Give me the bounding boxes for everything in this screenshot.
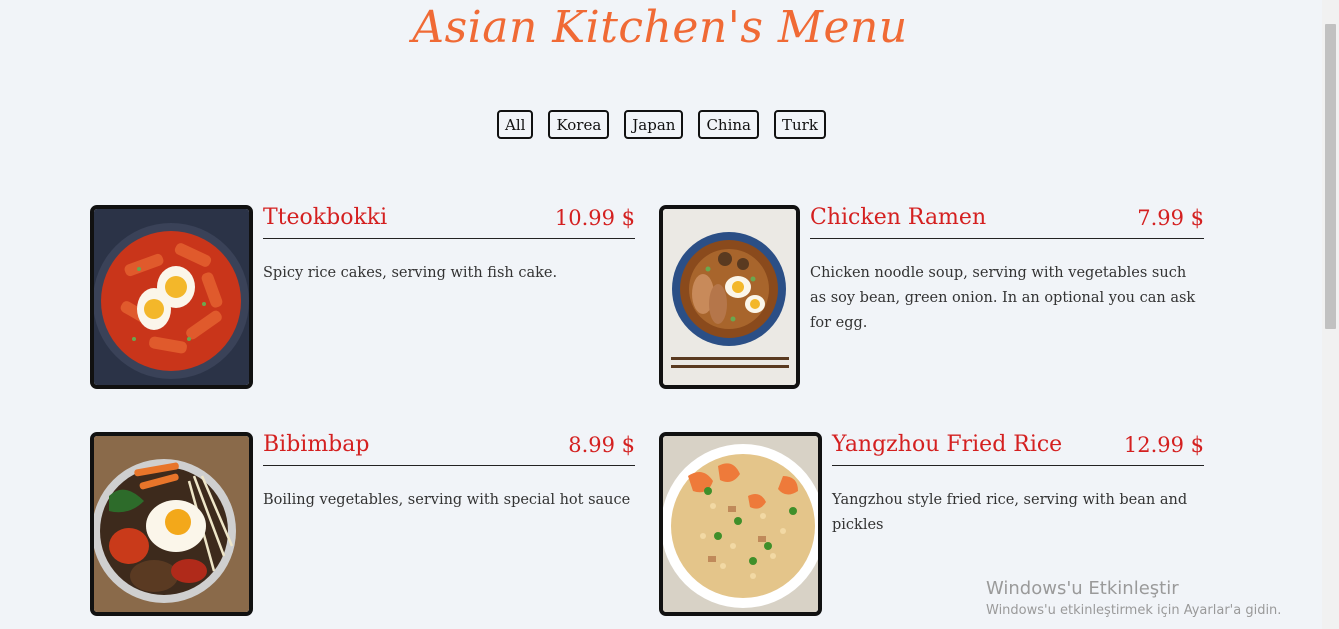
menu-item-header: Yangzhou Fried Rice 12.99 $ xyxy=(832,432,1204,466)
menu-item-price: 10.99 $ xyxy=(554,206,635,230)
watermark-title: Windows'u Etkinleştir xyxy=(986,578,1179,599)
chicken-ramen-photo xyxy=(659,205,800,389)
menu-item-name: Tteokbokki xyxy=(263,205,388,230)
windows-activation-watermark: Windows'u Etkinleştir Windows'u etkinleş… xyxy=(986,578,1281,618)
tteokbokki-photo xyxy=(90,205,253,389)
filter-japan-button[interactable]: Japan xyxy=(624,110,684,139)
menu-item-header: Chicken Ramen 7.99 $ xyxy=(810,205,1204,239)
menu-item-description: Yangzhou style fried rice, serving with … xyxy=(832,492,1188,533)
menu-item-name: Chicken Ramen xyxy=(810,205,987,230)
menu-item-description: Spicy rice cakes, serving with fish cake… xyxy=(263,265,558,281)
bibimbap-photo xyxy=(90,432,253,616)
menu-item-header: Bibimbap 8.99 $ xyxy=(263,432,635,466)
menu-item-description: Chicken noodle soup, serving with vegeta… xyxy=(810,265,1196,331)
vertical-scrollbar[interactable] xyxy=(1322,0,1339,629)
fried-rice-photo xyxy=(659,432,822,616)
filter-all-button[interactable]: All xyxy=(497,110,534,139)
filter-turk-button[interactable]: Turk xyxy=(773,110,826,139)
menu-item-price: 7.99 $ xyxy=(1137,206,1204,230)
menu-item-header: Tteokbokki 10.99 $ xyxy=(263,205,635,239)
page-title: Asian Kitchen's Menu xyxy=(412,2,908,53)
filter-korea-button[interactable]: Korea xyxy=(548,110,610,139)
menu-item-description: Boiling vegetables, serving with special… xyxy=(263,492,631,508)
watermark-subtitle: Windows'u etkinleştirmek için Ayarlar'a … xyxy=(986,603,1282,618)
menu-item-price: 12.99 $ xyxy=(1123,433,1204,457)
scrollbar-thumb[interactable] xyxy=(1325,24,1336,329)
menu-item-price: 8.99 $ xyxy=(568,433,635,457)
category-filter-bar: All Korea Japan China Turk xyxy=(497,110,826,139)
filter-china-button[interactable]: China xyxy=(698,110,759,139)
menu-item-name: Bibimbap xyxy=(263,432,370,457)
menu-item-name: Yangzhou Fried Rice xyxy=(832,432,1063,457)
